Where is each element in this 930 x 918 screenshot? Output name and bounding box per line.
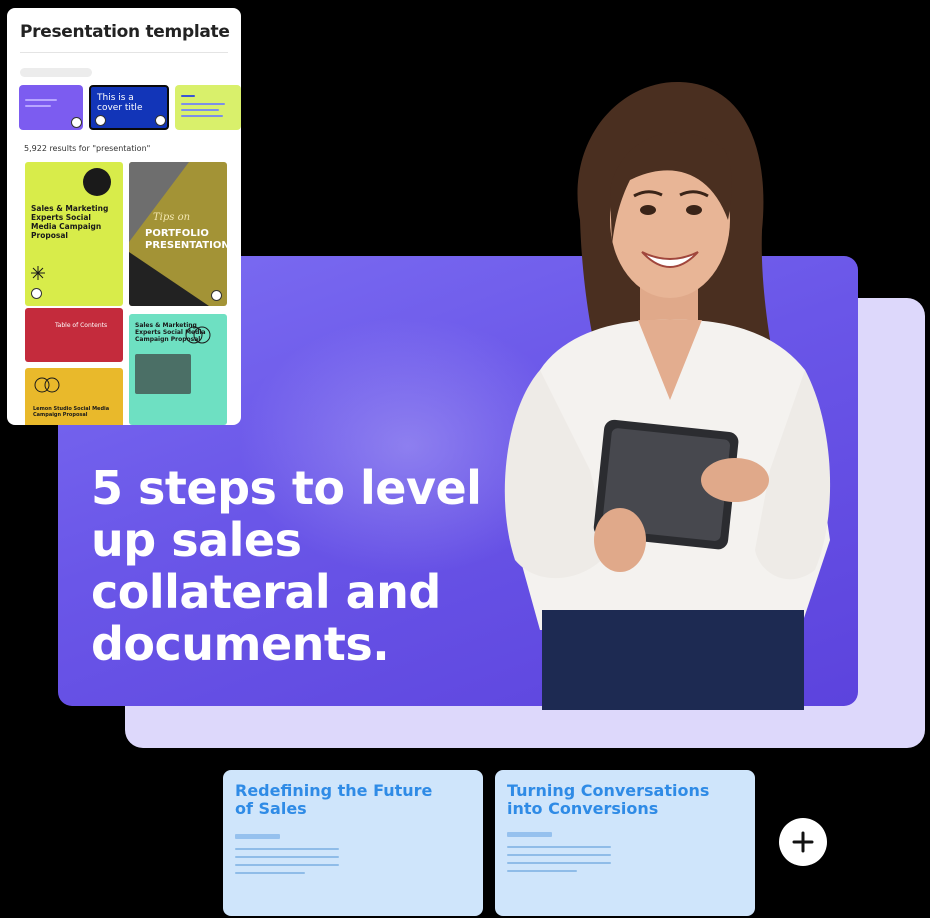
panel-divider	[20, 52, 228, 53]
placeholder-line	[235, 848, 339, 850]
panel-filter-placeholder	[20, 68, 92, 77]
card-red-title: Table of Contents	[55, 322, 108, 329]
card-yellow-title: Sales & Marketing Experts Social Media C…	[31, 204, 109, 240]
template-card-lemon-studio[interactable]: Lemon Studio Social Media Campaign Propo…	[25, 368, 123, 425]
woman-with-tablet-image	[504, 81, 831, 710]
sparkle-icon	[31, 266, 45, 280]
slide-card-redefining-sales[interactable]: Redefining the Future of Sales	[223, 770, 483, 916]
slide-card-turning-conversations[interactable]: Turning Conversations into Conversions	[495, 770, 755, 916]
card-olive-script: Tips on	[153, 212, 191, 223]
template-card-portfolio[interactable]: Tips on PORTFOLIO PRESENTATION	[129, 162, 227, 306]
placeholder-line	[507, 854, 611, 856]
thumb-cover-text: This is a cover title	[97, 93, 143, 113]
template-thumb-lime[interactable]	[175, 85, 241, 130]
card-teal-photo	[135, 354, 191, 394]
premium-badge-icon	[211, 290, 222, 301]
template-badge-icon	[31, 288, 42, 299]
plus-icon	[792, 831, 814, 853]
add-slide-button[interactable]	[779, 818, 827, 866]
overlap-circles-icon	[185, 326, 211, 344]
results-count: 5,922 results for "presentation"	[24, 144, 151, 153]
card-mustard-title: Lemon Studio Social Media Campaign Propo…	[33, 406, 110, 418]
template-card-sales-proposal[interactable]: Sales & Marketing Experts Social Media C…	[25, 162, 123, 306]
template-thumb-blue[interactable]: This is a cover title	[89, 85, 169, 130]
blur-blob-icon	[83, 168, 111, 196]
slide-card-title: Turning Conversations into Conversions	[507, 781, 710, 818]
template-panel: Presentation template This is a cover ti…	[7, 8, 241, 425]
placeholder-line	[235, 872, 305, 874]
slide-headline: 5 steps to level up sales collateral and…	[91, 461, 482, 671]
template-card-social-proposal[interactable]: Sales & Marketing Experts Social Media C…	[129, 314, 227, 425]
template-card-table-of-contents[interactable]: Table of Contents	[25, 308, 123, 362]
premium-badge-icon	[155, 115, 166, 126]
placeholder-line	[507, 862, 611, 864]
placeholder-line	[235, 856, 339, 858]
template-badge-icon	[95, 115, 106, 126]
placeholder-line	[507, 846, 611, 848]
premium-badge-icon	[71, 117, 82, 128]
slide-card-title: Redefining the Future of Sales	[235, 781, 433, 818]
card-olive-title: PORTFOLIO PRESENTATION	[145, 228, 227, 251]
placeholder-line	[235, 834, 280, 839]
overlap-circles-icon	[34, 377, 60, 393]
placeholder-line	[507, 832, 552, 837]
template-thumb-purple[interactable]	[19, 85, 83, 130]
panel-title: Presentation template	[20, 22, 230, 42]
placeholder-line	[507, 870, 577, 872]
placeholder-line	[235, 864, 339, 866]
